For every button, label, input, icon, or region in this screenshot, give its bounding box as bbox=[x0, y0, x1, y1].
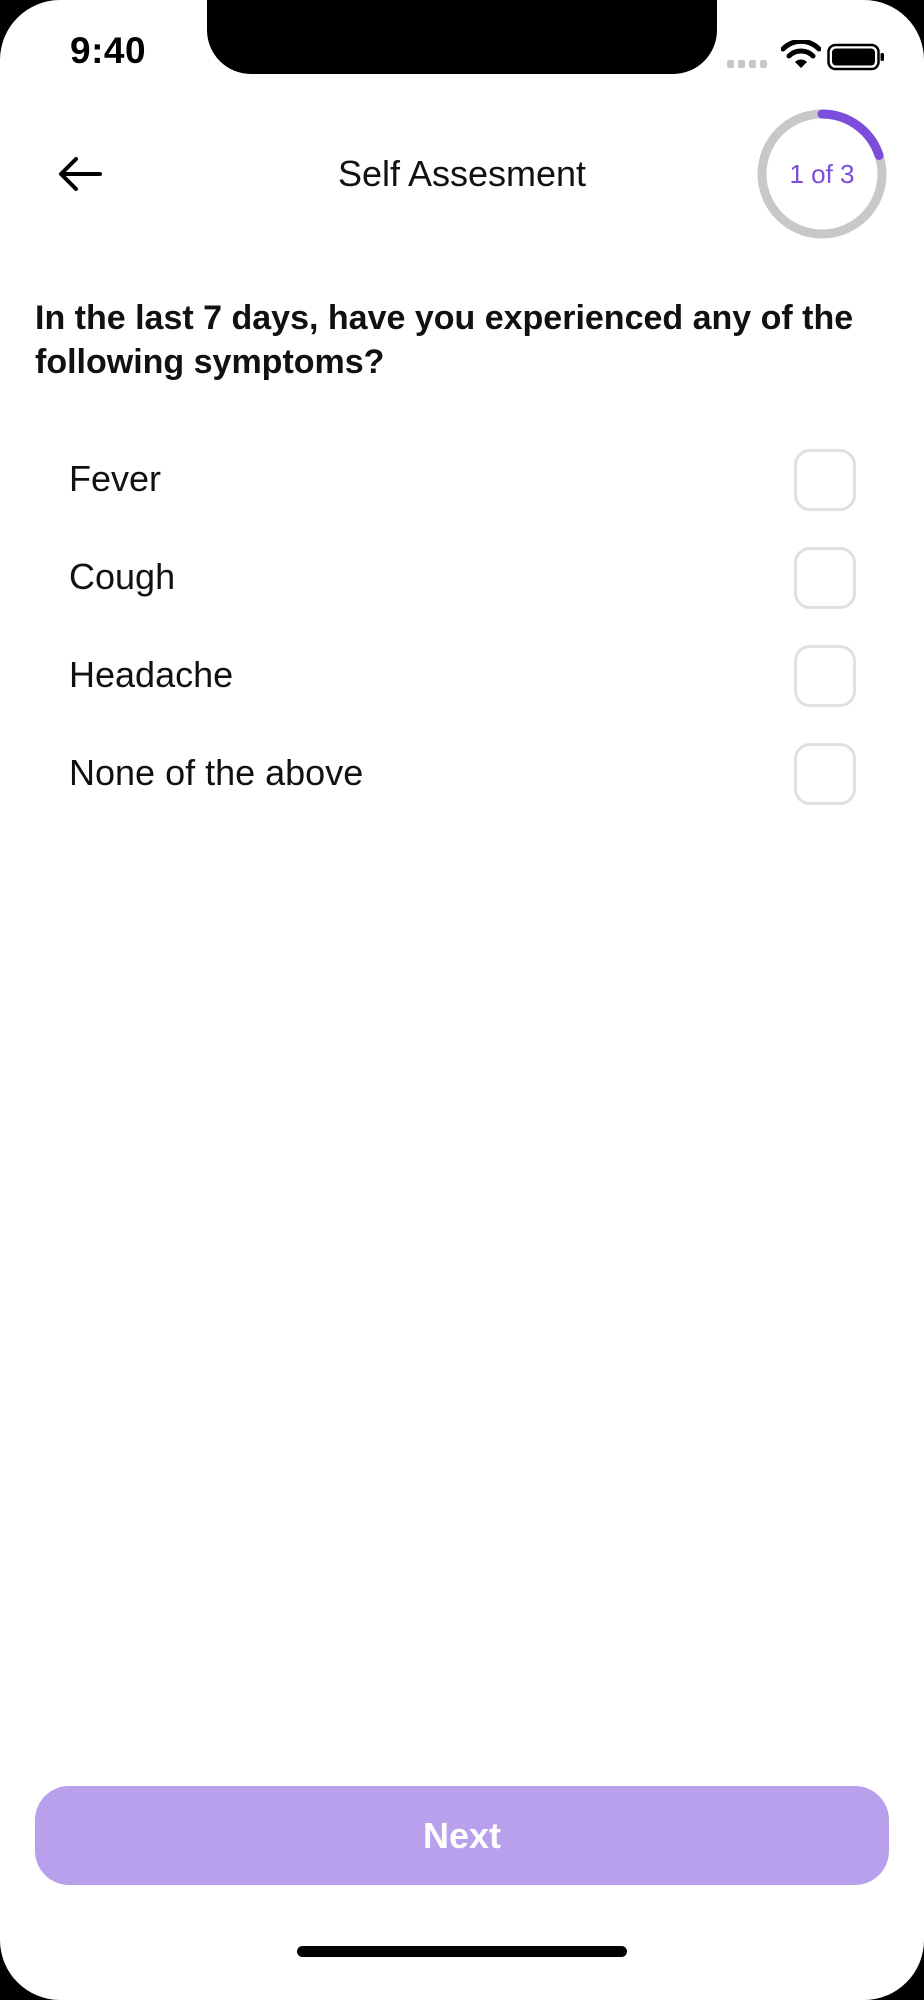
checkbox[interactable] bbox=[794, 645, 856, 707]
checkbox[interactable] bbox=[794, 743, 856, 805]
wifi-icon bbox=[781, 40, 821, 68]
option-fever[interactable]: Fever bbox=[0, 430, 924, 528]
battery-icon bbox=[827, 43, 884, 71]
next-button[interactable]: Next bbox=[35, 1786, 889, 1885]
option-cough[interactable]: Cough bbox=[0, 528, 924, 626]
option-headache[interactable]: Headache bbox=[0, 626, 924, 724]
question-text: In the last 7 days, have you experienced… bbox=[35, 299, 854, 381]
option-label: Fever bbox=[69, 458, 162, 499]
checkbox[interactable] bbox=[794, 547, 856, 609]
status-icons bbox=[725, 40, 885, 76]
app-screen: 9:40 Self Assesment 1 of 3 In the last 7… bbox=[0, 0, 924, 2000]
signal-icon bbox=[727, 60, 767, 68]
device-notch bbox=[207, 0, 717, 74]
option-label: Cough bbox=[69, 556, 176, 597]
option-label: Headache bbox=[69, 654, 234, 695]
progress-label: 1 of 3 bbox=[789, 158, 855, 189]
home-indicator bbox=[297, 1946, 627, 1957]
option-none[interactable]: None of the above bbox=[0, 724, 924, 822]
option-label: None of the above bbox=[69, 752, 364, 793]
status-time: 9:40 bbox=[70, 30, 147, 71]
checkbox[interactable] bbox=[794, 449, 856, 511]
